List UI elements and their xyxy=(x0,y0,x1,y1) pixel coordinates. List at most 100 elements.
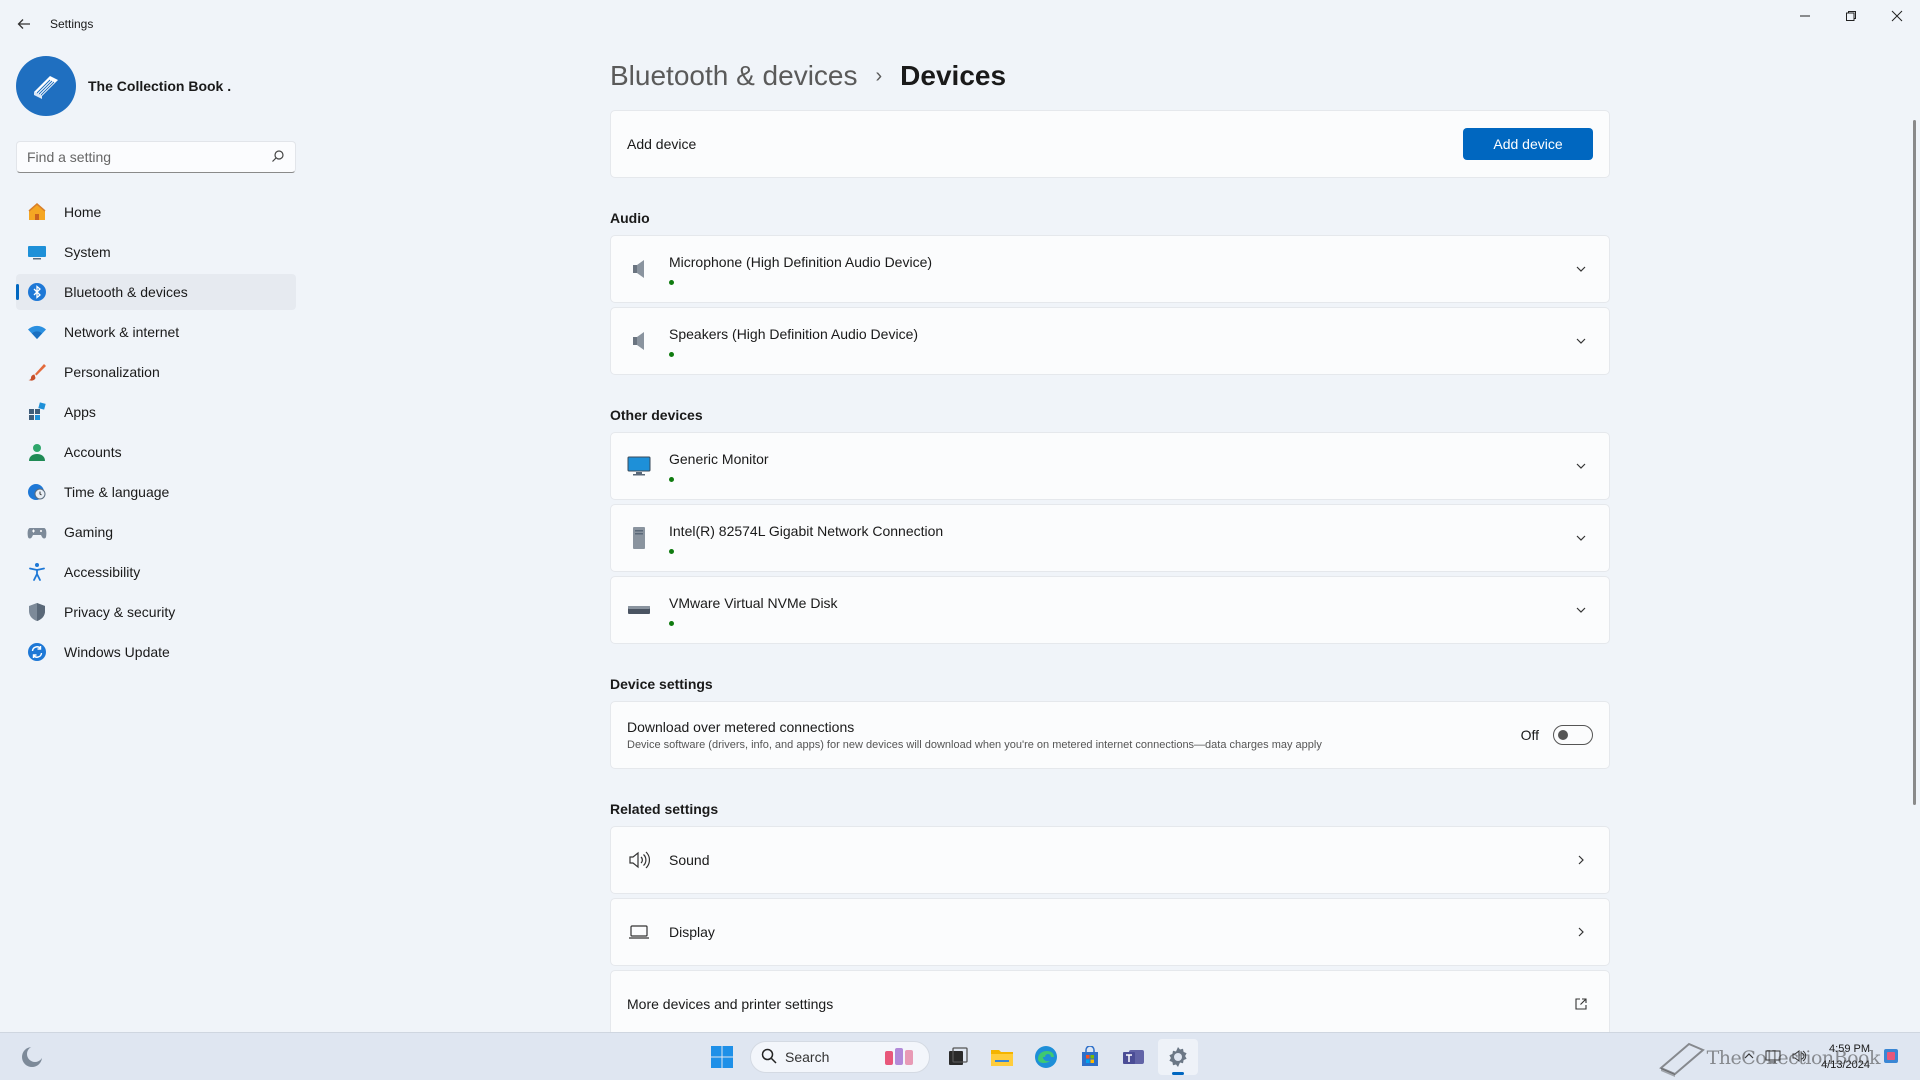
related-item-label: Display xyxy=(669,924,715,940)
back-arrow-icon[interactable] xyxy=(12,12,36,36)
widgets-icon[interactable] xyxy=(20,1045,44,1069)
device-row-monitor[interactable]: Generic Monitor xyxy=(610,432,1610,500)
taskbar-clock[interactable]: 4:59 PM 4/13/2024 xyxy=(1821,1041,1870,1073)
sidebar-item-label: Bluetooth & devices xyxy=(64,284,188,300)
status-connected-dot xyxy=(669,476,674,482)
status-connected-dot xyxy=(669,279,674,285)
speaker-icon xyxy=(627,329,651,353)
bluetooth-icon xyxy=(26,281,48,303)
device-row-microphone[interactable]: Microphone (High Definition Audio Device… xyxy=(610,235,1610,303)
chevron-down-icon[interactable] xyxy=(1569,329,1593,353)
device-row-network-adapter[interactable]: Intel(R) 82574L Gigabit Network Connecti… xyxy=(610,504,1610,572)
search-icon xyxy=(761,1048,777,1067)
apps-icon xyxy=(26,401,48,423)
external-link-icon[interactable] xyxy=(1569,992,1593,1016)
globe-clock-icon xyxy=(26,481,48,503)
related-item-more-devices[interactable]: More devices and printer settings xyxy=(610,970,1610,1038)
close-icon[interactable] xyxy=(1874,0,1920,32)
chevron-right-icon[interactable] xyxy=(1569,920,1593,944)
sidebar-nav: Home System Bluetooth & devices Network … xyxy=(16,194,296,674)
add-device-button[interactable]: Add device xyxy=(1463,128,1593,160)
sidebar-item-label: Gaming xyxy=(64,524,114,540)
shield-icon xyxy=(26,601,48,623)
sidebar-item-label: Network & internet xyxy=(64,324,180,340)
metered-description: Device software (drivers, info, and apps… xyxy=(627,739,1322,751)
update-icon xyxy=(26,641,48,663)
device-name: Speakers (High Definition Audio Device) xyxy=(669,325,919,342)
sidebar-item-label: Windows Update xyxy=(64,644,170,660)
sidebar-item-label: Accessibility xyxy=(64,564,141,580)
sidebar-item-accounts[interactable]: Accounts xyxy=(16,434,296,470)
taskbar-search-box[interactable]: Search xyxy=(750,1041,930,1073)
user-profile[interactable]: The Collection Book . xyxy=(16,56,231,116)
search-highlight-icon xyxy=(883,1045,919,1070)
file-explorer-icon[interactable] xyxy=(982,1039,1022,1075)
system-icon xyxy=(26,241,48,263)
speaker-icon xyxy=(627,257,651,281)
device-row-speakers[interactable]: Speakers (High Definition Audio Device) xyxy=(610,307,1610,375)
home-icon xyxy=(26,201,48,223)
chevron-down-icon[interactable] xyxy=(1569,454,1593,478)
related-item-display[interactable]: Display xyxy=(610,898,1610,966)
sidebar-item-label: System xyxy=(64,244,111,260)
page-title: Devices xyxy=(900,60,1007,91)
window-title: Settings xyxy=(50,17,94,31)
start-icon[interactable] xyxy=(702,1039,742,1075)
account-icon xyxy=(26,441,48,463)
volume-icon[interactable] xyxy=(1791,1048,1807,1067)
find-setting-search[interactable] xyxy=(16,141,296,173)
chevron-right-icon[interactable] xyxy=(1569,848,1593,872)
sidebar-item-accessibility[interactable]: Accessibility xyxy=(16,554,296,590)
search-icon[interactable] xyxy=(271,149,285,166)
vertical-scrollbar[interactable] xyxy=(1913,120,1916,805)
clock-date: 4/13/2024 xyxy=(1821,1059,1870,1071)
monitor-icon xyxy=(627,454,651,478)
add-device-card: Add device Add device xyxy=(610,110,1610,178)
sound-icon xyxy=(627,848,651,872)
brush-icon xyxy=(26,361,48,383)
status-connected-dot xyxy=(669,548,674,554)
sidebar-item-privacy[interactable]: Privacy & security xyxy=(16,594,296,630)
breadcrumb-parent[interactable]: Bluetooth & devices xyxy=(610,60,858,92)
metered-toggle-switch[interactable] xyxy=(1553,725,1593,745)
device-name: Generic Monitor xyxy=(669,450,769,467)
network-icon[interactable] xyxy=(1765,1048,1781,1067)
teams-icon[interactable] xyxy=(1114,1039,1154,1075)
sidebar-item-personalization[interactable]: Personalization xyxy=(16,354,296,390)
sidebar-item-windows-update[interactable]: Windows Update xyxy=(16,634,296,670)
sidebar-item-bluetooth[interactable]: Bluetooth & devices xyxy=(16,274,296,310)
related-item-sound[interactable]: Sound xyxy=(610,826,1610,894)
chevron-down-icon[interactable] xyxy=(1569,257,1593,281)
sidebar-item-apps[interactable]: Apps xyxy=(16,394,296,430)
sidebar-item-label: Time & language xyxy=(64,484,170,500)
chevron-up-icon[interactable] xyxy=(1743,1050,1755,1065)
disk-icon xyxy=(627,598,651,622)
edge-icon[interactable] xyxy=(1026,1039,1066,1075)
book-watermark-icon xyxy=(1658,1042,1705,1077)
sidebar-item-label: Accounts xyxy=(64,444,122,460)
task-view-icon[interactable] xyxy=(938,1039,978,1075)
metered-connections-card: Download over metered connections Device… xyxy=(610,701,1610,769)
title-bar: Settings xyxy=(0,0,1920,48)
store-icon[interactable] xyxy=(1070,1039,1110,1075)
restore-icon[interactable] xyxy=(1828,0,1874,32)
settings-icon[interactable] xyxy=(1158,1039,1198,1075)
chevron-down-icon[interactable] xyxy=(1569,526,1593,550)
laptop-icon xyxy=(627,920,651,944)
taskbar-apps: Search xyxy=(700,1039,1200,1075)
search-input[interactable] xyxy=(27,149,271,165)
sidebar-item-gaming[interactable]: Gaming xyxy=(16,514,296,550)
tower-icon xyxy=(627,526,651,550)
gamepad-icon xyxy=(26,521,48,543)
device-settings-section-title: Device settings xyxy=(610,676,713,692)
sidebar-item-home[interactable]: Home xyxy=(16,194,296,230)
sidebar-item-network[interactable]: Network & internet xyxy=(16,314,296,350)
notification-icon[interactable] xyxy=(1882,1047,1900,1068)
taskbar: Search 4:59 PM 4/13/2024 TheCollectionBo… xyxy=(0,1032,1920,1080)
minimize-icon[interactable] xyxy=(1782,0,1828,32)
device-row-nvme-disk[interactable]: VMware Virtual NVMe Disk xyxy=(610,576,1610,644)
chevron-down-icon[interactable] xyxy=(1569,598,1593,622)
sidebar-item-time-language[interactable]: Time & language xyxy=(16,474,296,510)
sidebar-item-system[interactable]: System xyxy=(16,234,296,270)
sidebar-item-label: Home xyxy=(64,204,102,220)
